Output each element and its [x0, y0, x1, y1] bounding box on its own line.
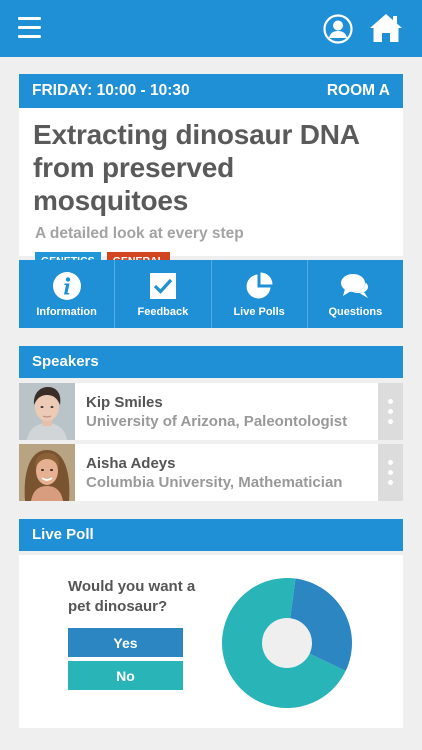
speaker-row-kip-smiles[interactable]: Kip Smiles University of Arizona, Paleon…: [19, 383, 403, 440]
speaker-info: Kip Smiles University of Arizona, Paleon…: [86, 394, 378, 430]
top-bar: [0, 0, 422, 57]
feedback-label: Feedback: [137, 306, 189, 318]
session-header: FRIDAY: 10:00 - 10:30 ROOM A: [19, 74, 403, 108]
avatar: [19, 383, 75, 440]
session-time: FRIDAY: 10:00 - 10:30: [32, 82, 190, 99]
more-options-icon[interactable]: [378, 383, 403, 440]
speaker-name: Aisha Adeys: [86, 454, 176, 472]
pie-chart-icon: [246, 272, 273, 299]
questions-button[interactable]: Questions: [308, 260, 403, 328]
speaker-role: University of Arizona, Paleontologist: [86, 412, 348, 430]
session-title-line1: Extracting dinosaur DNA: [33, 119, 360, 150]
questions-label: Questions: [328, 306, 383, 318]
session-subtitle: A detailed look at every step: [35, 225, 244, 242]
live-poll-header: Live Poll: [19, 519, 403, 551]
live-polls-button[interactable]: Live Polls: [212, 260, 308, 328]
poll-yes-button[interactable]: Yes: [68, 628, 183, 657]
poll-question: Would you want a pet dinosaur?: [68, 578, 196, 615]
speaker-name: Kip Smiles: [86, 393, 163, 411]
speakers-header: Speakers: [19, 346, 403, 378]
info-icon: [52, 272, 81, 300]
information-button[interactable]: Information: [19, 260, 116, 328]
session-title-line2: from preserved mosquitoes: [33, 152, 235, 216]
checkbox-icon: [149, 273, 176, 299]
poll-no-button[interactable]: No: [68, 661, 183, 690]
session-card: FRIDAY: 10:00 - 10:30 ROOM A Extracting …: [19, 74, 403, 270]
more-options-icon[interactable]: [378, 444, 403, 501]
live-polls-label: Live Polls: [233, 306, 285, 318]
session-room: ROOM A: [326, 82, 390, 99]
poll-results-donut-chart: [222, 578, 352, 708]
avatar: [19, 444, 75, 501]
session-action-bar: Information Feedback Live Polls Question…: [19, 260, 403, 328]
live-poll-card: Would you want a pet dinosaur? Yes No: [19, 555, 403, 728]
donut-hole: [262, 618, 312, 668]
session-title: Extracting dinosaur DNA from preserved m…: [33, 118, 389, 217]
feedback-button[interactable]: Feedback: [115, 260, 212, 328]
speaker-role: Columbia University, Mathematician: [86, 473, 343, 491]
speaker-row-aisha-adeys[interactable]: Aisha Adeys Columbia University, Mathema…: [19, 444, 403, 501]
home-icon[interactable]: [369, 12, 403, 44]
user-profile-icon[interactable]: [323, 14, 353, 44]
hamburger-menu-icon[interactable]: [18, 17, 41, 39]
chat-bubbles-icon: [341, 274, 369, 298]
speaker-info: Aisha Adeys Columbia University, Mathema…: [86, 455, 378, 491]
information-label: Information: [36, 306, 97, 318]
